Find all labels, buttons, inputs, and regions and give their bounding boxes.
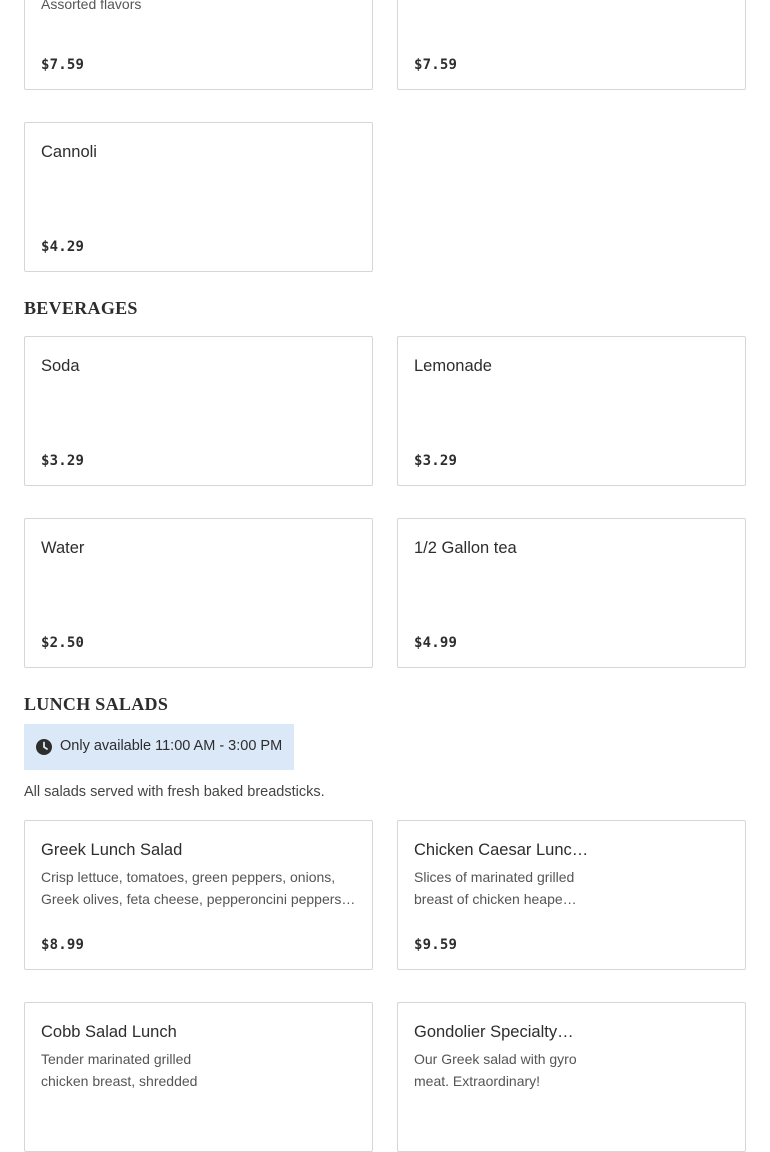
menu-item-card[interactable]: Greek Lunch Salad Crisp lettuce, tomatoe… (24, 820, 373, 970)
menu-item-card[interactable]: 1/2 Gallon tea $4.99 (397, 518, 746, 668)
item-description: Crisp lettuce, tomatoes, green peppers, … (41, 869, 356, 907)
item-price: $4.29 (41, 239, 85, 255)
menu-item-card[interactable]: Water $2.50 (24, 518, 373, 668)
item-name: Cannoli (41, 143, 97, 161)
menu-item-card[interactable]: Assorted flavors $7.59 (24, 0, 373, 90)
availability-text: Only available 11:00 AM - 3:00 PM (60, 738, 283, 754)
item-price: $9.59 (414, 937, 458, 953)
menu-item-card[interactable]: Cannoli $4.29 (24, 122, 373, 272)
item-description: Our Greek salad with gyro meat. Extraord… (414, 1051, 577, 1089)
item-name: 1/2 Gallon tea (414, 539, 517, 557)
item-name: Cobb Salad Lunch (41, 1023, 177, 1041)
item-description: Assorted flavors (41, 0, 142, 12)
item-price: $7.59 (41, 57, 85, 73)
item-price: $8.99 (41, 937, 85, 953)
item-description: Tender marinated grilled chicken breast,… (41, 1051, 198, 1089)
menu-item-card[interactable]: Soda $3.29 (24, 336, 373, 486)
item-price: $4.99 (414, 635, 458, 651)
item-price: $3.29 (41, 453, 85, 469)
item-name: Water (41, 539, 85, 557)
availability-banner: Only available 11:00 AM - 3:00 PM (24, 724, 294, 770)
section-title-lunch-salads: LUNCH SALADS (24, 694, 169, 714)
item-name: Soda (41, 357, 80, 375)
item-description: Slices of marinated grilled breast of ch… (414, 869, 577, 907)
item-name: Chicken Caesar Lunc… (414, 841, 589, 859)
section-note: All salads served with fresh baked bread… (24, 784, 325, 800)
menu-item-card[interactable]: Cobb Salad Lunch Tender marinated grille… (24, 1002, 373, 1152)
menu-item-card[interactable]: $7.59 (397, 0, 746, 90)
section-title-beverages: BEVERAGES (24, 298, 138, 318)
item-price: $3.29 (414, 453, 458, 469)
clock-icon (36, 739, 52, 755)
menu-item-card[interactable]: Chicken Caesar Lunc… Slices of marinated… (397, 820, 746, 970)
item-price: $7.59 (414, 57, 458, 73)
menu-item-card[interactable]: Gondolier Specialty… Our Greek salad wit… (397, 1002, 746, 1152)
item-name: Gondolier Specialty… (414, 1023, 574, 1041)
item-price: $2.50 (41, 635, 85, 651)
menu-item-card[interactable]: Lemonade $3.29 (397, 336, 746, 486)
item-name: Greek Lunch Salad (41, 841, 183, 859)
item-name: Lemonade (414, 357, 492, 375)
